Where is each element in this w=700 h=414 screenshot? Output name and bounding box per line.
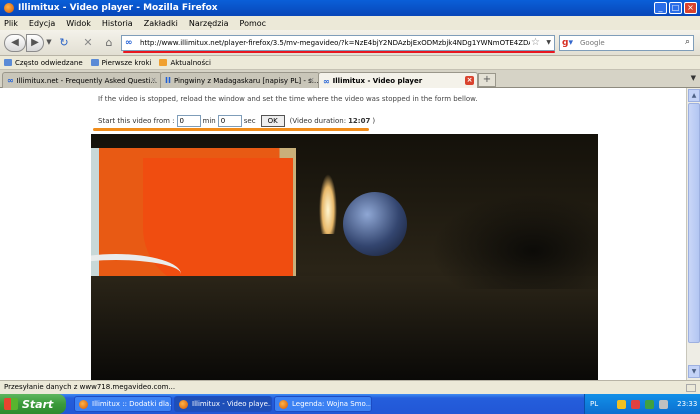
menu-help[interactable]: Pomoc [240, 19, 267, 28]
system-tray: PL 23:33 [584, 394, 700, 414]
firefox-icon [79, 399, 88, 409]
menu-tools[interactable]: Narzędzia [189, 19, 229, 28]
bookmark-star-icon[interactable]: ☆ [531, 37, 540, 48]
menu-history[interactable]: Historia [102, 19, 133, 28]
page-icon [90, 59, 99, 66]
window-controls: _ □ × [654, 2, 697, 14]
new-tab-button[interactable]: + [478, 73, 496, 87]
title-bar: Illimitux - Video player - Mozilla Firef… [0, 0, 700, 16]
site-favicon-icon: ∞ [125, 38, 133, 48]
reload-instructions: If the video is stopped, reload the wind… [98, 95, 478, 103]
url-dropdown-icon[interactable]: ▼ [546, 39, 551, 46]
tab-strip: ∞ Illimitux.net - Frequently Asked Quest… [0, 70, 700, 89]
volume-icon[interactable] [659, 399, 669, 409]
url-bar[interactable]: ∞ http://www.illimitux.net/player-firefo… [121, 35, 555, 51]
tab-favicon-icon: ∞ [7, 76, 14, 85]
minimize-button[interactable]: _ [654, 2, 667, 14]
start-button[interactable]: Start [0, 394, 66, 414]
vertical-scrollbar[interactable]: ▲ ▼ [686, 88, 700, 380]
tab-illimitux-faq[interactable]: ∞ Illimitux.net - Frequently Asked Quest… [2, 72, 162, 88]
duration-suffix: ) [372, 117, 376, 125]
bookmark-latest-headlines[interactable]: Aktualności [159, 59, 211, 67]
tab-pingwiny[interactable]: II Pingwiny z Madagaskaru [napisy PL] - … [160, 72, 320, 88]
maximize-button[interactable]: □ [669, 2, 682, 14]
tab-favicon-icon: ∞ [323, 76, 330, 86]
windows-logo-icon [4, 398, 18, 410]
tab-favicon-icon: II [165, 76, 171, 85]
video-ball [343, 192, 407, 256]
close-tab-icon[interactable]: × [465, 76, 474, 85]
progress-indicator [686, 384, 696, 392]
close-tab-icon[interactable]: × [149, 76, 158, 85]
menu-bar: Plik Edycja Widok Historia Zakładki Narz… [0, 16, 700, 30]
duration-prefix: (Video duration: [289, 117, 347, 125]
tab-label: Illimitux - Video player [332, 77, 423, 85]
network-icon[interactable] [645, 399, 655, 409]
status-bar: Przesyłanie danych z www718.megavideo.co… [0, 380, 700, 394]
menu-edit[interactable]: Edycja [29, 19, 55, 28]
scroll-down-icon[interactable]: ▼ [688, 365, 700, 378]
duration-value: 12:07 [348, 117, 371, 125]
ok-button[interactable]: OK [260, 115, 285, 127]
tab-label: Illimitux.net - Frequently Asked Questi.… [16, 76, 158, 85]
url-highlight-underline [123, 51, 555, 53]
window-title: Illimitux - Video player - Mozilla Firef… [18, 3, 218, 13]
antivirus-icon[interactable] [631, 399, 641, 409]
status-text: Przesyłanie danych z www718.megavideo.co… [4, 383, 176, 391]
reload-icon[interactable]: ↻ [56, 36, 72, 50]
bookmarks-toolbar: Często odwiedzane Pierwsze kroki Aktualn… [0, 56, 700, 70]
forward-button[interactable]: ▶ [26, 34, 44, 52]
close-window-button[interactable]: × [684, 2, 697, 14]
start-label: Start this video from : [98, 117, 175, 125]
video-player[interactable] [91, 134, 598, 380]
scroll-thumb[interactable] [688, 103, 700, 343]
menu-view[interactable]: Widok [66, 19, 91, 28]
close-tab-icon[interactable]: × [307, 76, 316, 85]
bookmark-getting-started[interactable]: Pierwsze kroki [90, 59, 151, 67]
language-indicator[interactable]: PL [590, 400, 598, 408]
tab-label: Pingwiny z Madagaskaru [napisy PL] - s..… [173, 76, 319, 85]
home-icon[interactable]: ⌂ [101, 36, 117, 50]
clock: 23:33 [677, 400, 698, 408]
search-icon[interactable]: ⌕ [685, 37, 690, 47]
rss-icon [159, 59, 168, 66]
tab-list-dropdown-icon[interactable]: ▼ [691, 74, 696, 82]
page-content: If the video is stopped, reload the wind… [0, 88, 686, 380]
taskbar-item[interactable]: Illimitux - Video playe... [174, 396, 272, 412]
taskbar-item[interactable]: Legenda: Wojna Smo... [274, 396, 372, 412]
search-input[interactable] [580, 39, 678, 47]
taskbar: Start Illimitux :: Dodatki dla... Illimi… [0, 394, 700, 414]
bookmark-most-visited[interactable]: Często odwiedzane [4, 59, 83, 67]
form-highlight-underline [93, 128, 369, 131]
search-bar[interactable]: g▾ ⌕ [559, 35, 694, 51]
minutes-input[interactable] [176, 115, 201, 127]
start-time-form: Start this video from : min sec OK (Vide… [98, 115, 375, 127]
back-button[interactable]: ◀ [4, 34, 26, 52]
seconds-input[interactable] [217, 115, 242, 127]
firefox-icon [4, 3, 14, 13]
menu-file[interactable]: Plik [4, 19, 18, 28]
tab-video-player[interactable]: ∞ Illimitux - Video player × [318, 72, 478, 89]
history-dropdown-icon[interactable]: ▼ [44, 34, 54, 52]
bookmark-folder-icon [4, 59, 12, 66]
sec-label: sec [243, 117, 256, 125]
security-shield-icon[interactable] [617, 399, 627, 409]
taskbar-item[interactable]: Illimitux :: Dodatki dla... [74, 396, 172, 412]
stop-icon[interactable]: ✕ [80, 36, 96, 50]
url-text[interactable]: http://www.illimitux.net/player-firefox/… [140, 39, 530, 47]
video-flame [319, 174, 337, 234]
scroll-up-icon[interactable]: ▲ [688, 89, 700, 102]
menu-bookmarks[interactable]: Zakładki [144, 19, 178, 28]
google-engine-icon[interactable]: g▾ [560, 38, 580, 48]
firefox-icon [179, 399, 188, 409]
min-label: min [202, 117, 216, 125]
firefox-icon [279, 399, 288, 409]
